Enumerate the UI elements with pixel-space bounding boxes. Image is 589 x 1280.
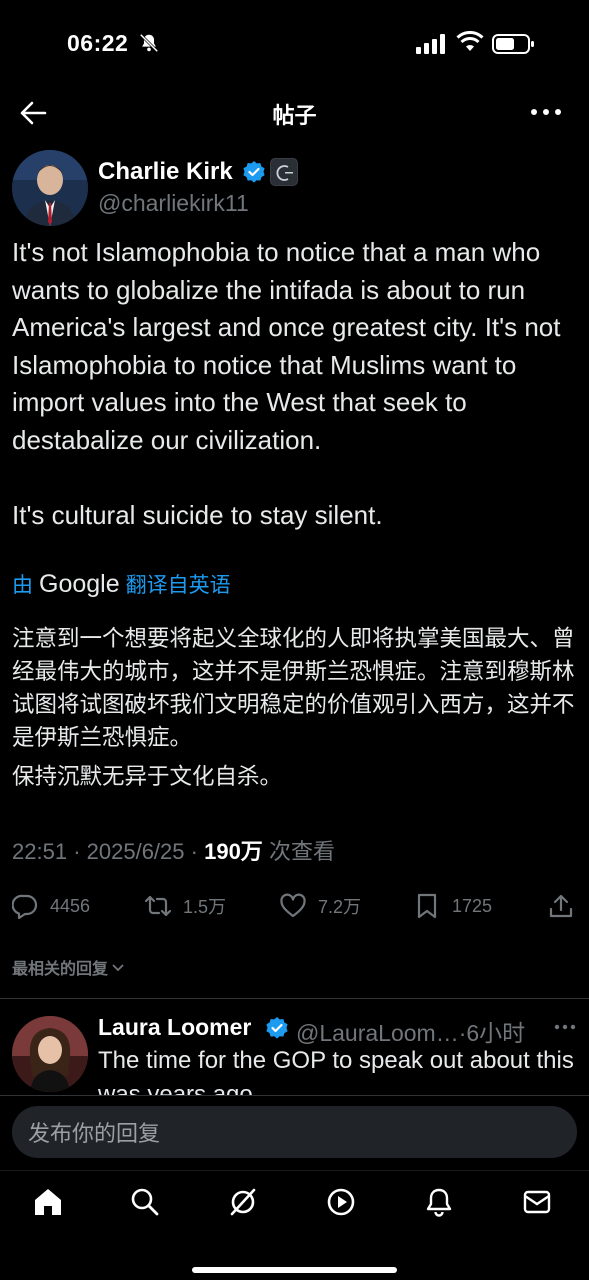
reply-author-name[interactable]: Laura Loomer bbox=[98, 1014, 251, 1041]
share-button[interactable] bbox=[548, 884, 586, 928]
reply-text: The time for the GOP to speak out about … bbox=[98, 1047, 574, 1095]
reply-button[interactable]: 4456 bbox=[12, 884, 90, 928]
view-count[interactable]: 190万 bbox=[204, 839, 263, 864]
reply-time: ·6小时 bbox=[458, 1020, 526, 1046]
tweet-actions: 4456 1.5万 7.2万 1725 bbox=[0, 884, 589, 928]
cellular-signal-icon bbox=[416, 34, 445, 54]
chevron-down-icon bbox=[112, 964, 124, 972]
notifications-bell-icon[interactable] bbox=[422, 1185, 456, 1219]
meta-separator: · bbox=[73, 839, 81, 864]
status-bar: 06:22 bbox=[0, 0, 589, 88]
reply-item[interactable]: Laura Loomer @LauraLoom…·6小时 The time fo… bbox=[0, 1000, 589, 1095]
reply-handle[interactable]: @LauraLoom… bbox=[296, 1020, 459, 1046]
messages-mail-icon[interactable] bbox=[520, 1185, 554, 1219]
bookmark-count: 1725 bbox=[452, 895, 493, 916]
replies-sort-dropdown[interactable]: 最相关的回复 bbox=[12, 955, 126, 979]
reply-icon bbox=[12, 894, 38, 919]
translation-attribution[interactable]: 由 Google 翻译自英语 bbox=[12, 568, 231, 600]
translated-paragraph: 注意到一个想要将起义全球化的人即将执掌美国最大、曾经最伟大的城市，这并不是伊斯兰… bbox=[12, 626, 575, 750]
home-indicator bbox=[192, 1267, 397, 1273]
bell-muted-icon bbox=[139, 33, 159, 53]
like-count: 7.2万 bbox=[318, 897, 362, 917]
reply-composer: 发布你的回复 bbox=[0, 1095, 589, 1169]
google-logo: Google bbox=[39, 569, 120, 598]
tweet-author: Charlie Kirk @charliekirk11 bbox=[12, 150, 582, 230]
reply-count: 4456 bbox=[50, 895, 91, 916]
top-nav-bar: 帖子 bbox=[0, 88, 589, 138]
search-icon[interactable] bbox=[128, 1185, 162, 1219]
tweet-text: It's not Islamophobia to notice that a m… bbox=[12, 237, 561, 530]
reply-avatar[interactable] bbox=[12, 1016, 88, 1092]
tweet-date: 2025/6/25 bbox=[86, 839, 185, 864]
more-options-icon[interactable] bbox=[528, 104, 564, 120]
retweet-count: 1.5万 bbox=[183, 897, 227, 917]
translate-prefix: 由 bbox=[12, 574, 33, 597]
grok-icon[interactable] bbox=[226, 1185, 260, 1219]
battery-icon bbox=[492, 34, 534, 54]
more-options-icon[interactable] bbox=[554, 1022, 576, 1032]
retweet-icon bbox=[145, 895, 171, 917]
tweet-time: 22:51 bbox=[12, 839, 68, 864]
home-icon[interactable] bbox=[31, 1185, 65, 1219]
author-name[interactable]: Charlie Kirk bbox=[98, 158, 233, 186]
like-button[interactable]: 7.2万 bbox=[280, 884, 361, 928]
reply-handle-and-time: @LauraLoom…·6小时 bbox=[296, 1014, 525, 1048]
affiliation-badge-icon[interactable] bbox=[270, 158, 298, 186]
page-title: 帖子 bbox=[272, 103, 317, 128]
views-label: 次查看 bbox=[268, 839, 335, 864]
reply-input[interactable]: 发布你的回复 bbox=[12, 1106, 577, 1158]
share-icon bbox=[549, 894, 573, 918]
heart-icon bbox=[280, 893, 306, 918]
replies-sort-label: 最相关的回复 bbox=[12, 961, 109, 978]
wifi-icon bbox=[456, 31, 484, 51]
translated-text: 注意到一个想要将起义全球化的人即将执掌美国最大、曾经最伟大的城市，这并不是伊斯兰… bbox=[12, 622, 578, 793]
translated-paragraph: 保持沉默无异于文化自杀。 bbox=[12, 764, 283, 789]
meta-separator: · bbox=[190, 839, 198, 864]
retweet-button[interactable]: 1.5万 bbox=[145, 884, 226, 928]
tweet-meta: 22:51 · 2025/6/25 · 190万 次查看 bbox=[12, 834, 335, 866]
video-play-icon[interactable] bbox=[324, 1185, 358, 1219]
bookmark-icon bbox=[417, 893, 437, 919]
author-avatar[interactable] bbox=[12, 150, 88, 226]
bottom-tab-bar bbox=[0, 1170, 589, 1280]
author-handle[interactable]: @charliekirk11 bbox=[98, 190, 249, 217]
divider bbox=[0, 998, 589, 999]
status-time: 06:22 bbox=[67, 30, 129, 56]
translate-suffix: 翻译自英语 bbox=[125, 574, 231, 597]
verified-badge-icon bbox=[266, 1017, 288, 1039]
verified-badge-icon bbox=[243, 161, 265, 183]
bookmark-button[interactable]: 1725 bbox=[414, 884, 492, 928]
